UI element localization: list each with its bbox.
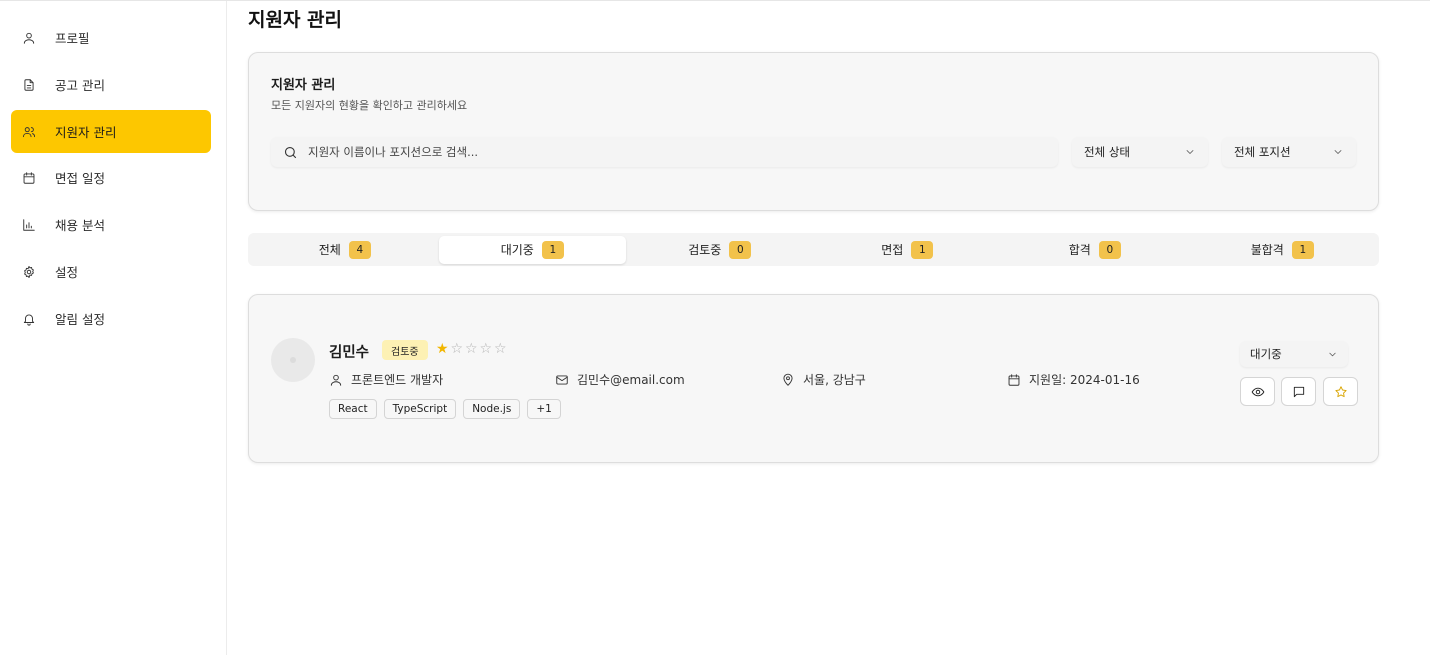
tab-passed[interactable]: 합격 0 bbox=[1001, 236, 1189, 264]
calendar-icon bbox=[1008, 373, 1020, 386]
applicant-position-text: 프론트엔드 개발자 bbox=[351, 373, 444, 387]
bell-icon bbox=[23, 313, 35, 326]
applicant-applied-date-text: 지원일: 2024-01-16 bbox=[1029, 373, 1140, 387]
status-filter-select[interactable]: 전체 상태 bbox=[1072, 137, 1208, 167]
sidebar-item-label: 알림 설정 bbox=[55, 312, 105, 327]
position-filter-value: 전체 포지션 bbox=[1234, 145, 1291, 159]
applicant-email-text: 김민수@email.com bbox=[577, 373, 685, 387]
search-icon bbox=[284, 146, 297, 158]
search-box[interactable] bbox=[271, 137, 1058, 167]
sidebar-item-notifications[interactable]: 알림 설정 bbox=[11, 297, 211, 340]
tab-rejected[interactable]: 불합격 1 bbox=[1189, 236, 1377, 264]
avatar bbox=[271, 338, 315, 382]
sidebar-item-analytics[interactable]: 채용 분석 bbox=[11, 203, 211, 246]
tab-count-badge: 1 bbox=[911, 240, 934, 259]
star-empty-icon[interactable]: ☆ bbox=[451, 342, 466, 356]
page-title: 지원자 관리 bbox=[248, 9, 343, 31]
skill-tags: React TypeScript Node.js +1 bbox=[329, 399, 568, 419]
sidebar-item-label: 면접 일정 bbox=[55, 171, 105, 186]
tab-count-badge: 0 bbox=[729, 240, 752, 259]
sidebar-item-label: 설정 bbox=[55, 265, 79, 280]
star-filled-icon[interactable]: ★ bbox=[436, 342, 451, 356]
sidebar-item-job-postings[interactable]: 공고 관리 bbox=[11, 63, 211, 106]
star-empty-icon[interactable]: ☆ bbox=[494, 342, 509, 356]
tab-all[interactable]: 전체 4 bbox=[251, 236, 439, 264]
sidebar-item-applicants[interactable]: 지원자 관리 bbox=[11, 110, 211, 153]
filter-card-subtitle: 모든 지원자의 현황을 확인하고 관리하세요 bbox=[271, 99, 468, 112]
tab-interview[interactable]: 면접 1 bbox=[814, 236, 1002, 264]
sidebar: 프로필 공고 관리 지원자 관리 면접 일정 채용 분석 설정 알림 설정 bbox=[0, 1, 227, 655]
tab-count-badge: 1 bbox=[541, 240, 564, 259]
tab-label: 대기중 bbox=[500, 243, 534, 257]
file-text-icon bbox=[24, 78, 34, 91]
applicant-location: 서울, 강남구 bbox=[781, 371, 866, 388]
sidebar-item-label: 공고 관리 bbox=[55, 78, 105, 93]
rating-stars[interactable]: ★ ☆ ☆ ☆ ☆ bbox=[436, 342, 509, 356]
status-tabs: 전체 4 대기중 1 검토중 0 면접 1 합격 0 불합격 1 bbox=[248, 233, 1379, 266]
tab-count-badge: 0 bbox=[1098, 240, 1121, 259]
gear-icon bbox=[24, 265, 34, 278]
sidebar-item-label: 채용 분석 bbox=[55, 218, 105, 233]
skill-tag-more[interactable]: +1 bbox=[527, 399, 561, 419]
sidebar-item-label: 프로필 bbox=[55, 31, 90, 46]
skill-tag: React bbox=[329, 399, 377, 419]
tab-count-badge: 1 bbox=[1291, 240, 1314, 259]
tab-reviewing[interactable]: 검토중 0 bbox=[626, 236, 814, 264]
tab-waiting[interactable]: 대기중 1 bbox=[438, 235, 626, 264]
search-input[interactable] bbox=[308, 145, 1008, 159]
sidebar-item-interviews[interactable]: 면접 일정 bbox=[11, 156, 211, 199]
applicant-location-text: 서울, 강남구 bbox=[803, 373, 866, 387]
mail-icon bbox=[556, 374, 568, 385]
calendar-icon bbox=[23, 171, 35, 184]
skill-tag: TypeScript bbox=[383, 399, 457, 419]
message-button[interactable] bbox=[1281, 377, 1316, 406]
star-icon bbox=[1334, 385, 1347, 397]
tab-count-badge: 4 bbox=[348, 240, 371, 259]
view-button[interactable] bbox=[1240, 377, 1275, 406]
users-icon bbox=[22, 126, 36, 137]
applicant-position: 프론트엔드 개발자 bbox=[329, 371, 443, 388]
stage-select-value: 대기중 bbox=[1250, 347, 1282, 361]
sidebar-item-profile[interactable]: 프로필 bbox=[11, 16, 211, 59]
tab-label: 검토중 bbox=[688, 243, 722, 257]
filter-card: 지원자 관리 모든 지원자의 현황을 확인하고 관리하세요 전체 상태 전체 포… bbox=[248, 52, 1379, 211]
chevron-down-icon bbox=[1334, 150, 1342, 154]
eye-icon bbox=[1251, 387, 1264, 396]
tab-label: 전체 bbox=[318, 243, 341, 257]
star-empty-icon[interactable]: ☆ bbox=[480, 342, 495, 356]
tab-label: 합격 bbox=[1068, 243, 1091, 257]
applicant-name: 김민수 bbox=[329, 345, 370, 361]
position-filter-select[interactable]: 전체 포지션 bbox=[1222, 137, 1356, 167]
bar-chart-icon bbox=[23, 218, 35, 231]
map-pin-icon bbox=[783, 373, 793, 386]
sidebar-item-settings[interactable]: 설정 bbox=[11, 250, 211, 293]
user-icon bbox=[23, 32, 35, 44]
chevron-down-icon bbox=[1329, 352, 1336, 356]
filter-card-title: 지원자 관리 bbox=[271, 78, 336, 93]
stage-select[interactable]: 대기중 bbox=[1240, 341, 1348, 367]
tab-label: 면접 bbox=[881, 243, 904, 257]
applicant-email: 김민수@email.com bbox=[555, 371, 685, 388]
applicant-applied-date: 지원일: 2024-01-16 bbox=[1007, 371, 1140, 388]
sidebar-item-label: 지원자 관리 bbox=[55, 125, 117, 140]
status-badge: 검토중 bbox=[382, 340, 428, 360]
message-square-icon bbox=[1293, 386, 1304, 397]
applicant-card: 김민수 검토중 ★ ☆ ☆ ☆ ☆ 프론트엔드 개발자 김민수@email.com 서울… bbox=[248, 294, 1379, 463]
star-empty-icon[interactable]: ☆ bbox=[465, 342, 480, 356]
status-filter-value: 전체 상태 bbox=[1084, 145, 1130, 159]
favorite-button[interactable] bbox=[1323, 377, 1358, 406]
tab-label: 불합격 bbox=[1250, 243, 1284, 257]
skill-tag: Node.js bbox=[463, 399, 521, 419]
user-icon bbox=[330, 374, 342, 386]
chevron-down-icon bbox=[1186, 150, 1194, 154]
